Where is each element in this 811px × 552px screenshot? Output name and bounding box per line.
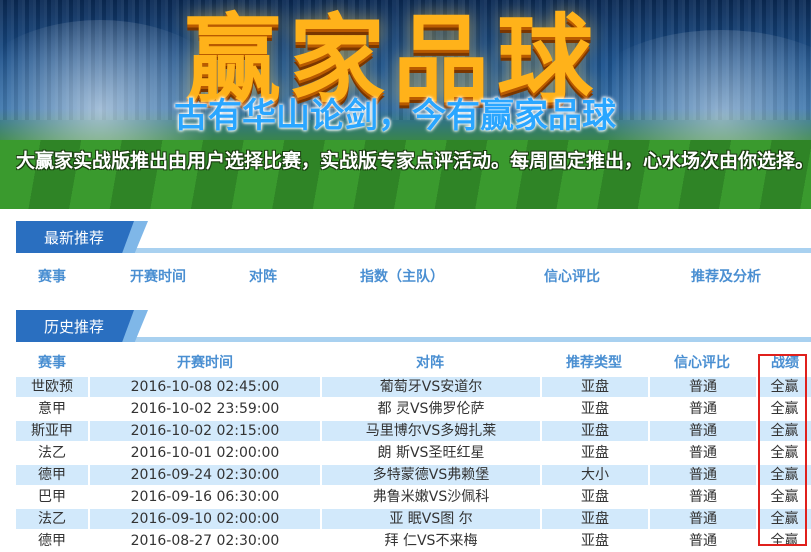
table-row: 法乙 2016-09-10 02:00:00 亚 眠VS图 尔 亚盘 普通 全赢	[16, 508, 811, 530]
cell-confidence: 普通	[689, 489, 717, 505]
cell-type: 大小	[542, 465, 648, 485]
table-row: 德甲 2016-09-24 02:30:00 多特蒙德VS弗赖堡 大小 普通 全…	[16, 464, 811, 486]
latest-section-title: 最新推荐	[44, 229, 105, 247]
cell-league: 德甲	[16, 465, 88, 485]
col-analysis: 推荐及分析	[691, 269, 761, 285]
history-table: 世欧预 2016-10-08 02:45:00 葡萄牙VS安道尔 亚盘 普通 全…	[16, 376, 811, 552]
latest-column-headers: 赛事 开赛时间 对阵 指数（主队） 信心评比 推荐及分析	[16, 262, 811, 288]
cell-time: 2016-10-02 02:15:00	[90, 421, 320, 441]
col-league: 赛事	[38, 355, 66, 371]
promo-banner: 赢家品球 古有华山论剑，今有赢家品球 大赢家实战版推出由用户选择比赛，实战版专家…	[0, 0, 811, 209]
cell-league: 德甲	[38, 533, 66, 549]
cell-time: 2016-10-02 23:59:00	[130, 401, 280, 417]
cell-confidence: 普通	[689, 533, 717, 549]
cell-confidence: 普通	[650, 421, 756, 441]
cell-type: 亚盘	[581, 489, 609, 505]
banner-notice: 大赢家实战版推出由用户选择比赛，实战版专家点评活动。每周固定推出，心水场次由你选…	[16, 150, 811, 172]
cell-time: 2016-09-16 06:30:00	[130, 489, 280, 505]
banner-slogan: 古有华山论剑，今有赢家品球	[174, 96, 616, 136]
table-row: 斯亚甲 2016-10-02 02:15:00 马里博尔VS多姆扎莱 亚盘 普通…	[16, 420, 811, 442]
cell-type: 亚盘	[542, 509, 648, 529]
col-match: 对阵	[416, 355, 444, 371]
col-confidence: 信心评比	[674, 355, 730, 371]
cell-league: 法乙	[38, 445, 66, 461]
cell-match: 多特蒙德VS弗赖堡	[322, 465, 540, 485]
latest-section-header: 最新推荐	[16, 221, 811, 253]
cell-time: 2016-09-24 02:30:00	[90, 465, 320, 485]
history-section-title: 历史推荐	[44, 318, 105, 336]
table-row: 法乙 2016-10-01 02:00:00 朗 斯VS圣旺红星 亚盘 普通 全…	[16, 442, 811, 464]
result-column-highlight	[758, 354, 807, 546]
cell-confidence: 普通	[650, 509, 756, 529]
cell-match: 朗 斯VS圣旺红星	[377, 445, 485, 461]
cell-league: 世欧预	[16, 377, 88, 397]
table-row: 意甲 2016-10-02 23:59:00 都 灵VS佛罗伦萨 亚盘 普通 全…	[16, 398, 811, 420]
cell-type: 亚盘	[581, 445, 609, 461]
cell-match: 拜 仁VS不来梅	[384, 533, 478, 549]
cell-league: 意甲	[38, 401, 66, 417]
cell-league: 斯亚甲	[16, 421, 88, 441]
cell-time: 2016-08-27 02:30:00	[130, 533, 280, 549]
cell-type: 亚盘	[542, 377, 648, 397]
table-row: 世欧预 2016-10-08 02:45:00 葡萄牙VS安道尔 亚盘 普通 全…	[16, 376, 811, 398]
cell-time: 2016-09-10 02:00:00	[90, 509, 320, 529]
history-section-header: 历史推荐	[16, 310, 811, 342]
col-match: 对阵	[249, 269, 277, 285]
history-column-headers: 赛事 开赛时间 对阵 推荐类型 信心评比 战绩	[16, 348, 811, 374]
cell-type: 亚盘	[581, 533, 609, 549]
cell-confidence: 普通	[650, 465, 756, 485]
col-odds: 指数（主队）	[360, 269, 444, 285]
col-time: 开赛时间	[130, 269, 186, 285]
col-time: 开赛时间	[177, 355, 233, 371]
cell-confidence: 普通	[689, 401, 717, 417]
cell-league: 法乙	[16, 509, 88, 529]
cell-time: 2016-10-01 02:00:00	[130, 445, 280, 461]
cell-confidence: 普通	[689, 445, 717, 461]
col-confidence: 信心评比	[544, 269, 600, 285]
cell-time: 2016-10-08 02:45:00	[90, 377, 320, 397]
cell-league: 巴甲	[38, 489, 66, 505]
cell-match: 葡萄牙VS安道尔	[322, 377, 540, 397]
table-row: 巴甲 2016-09-16 06:30:00 弗鲁米嫩VS沙佩科 亚盘 普通 全…	[16, 486, 811, 508]
cell-type: 亚盘	[542, 421, 648, 441]
cell-match: 亚 眠VS图 尔	[322, 509, 540, 529]
cell-match: 都 灵VS佛罗伦萨	[377, 401, 485, 417]
col-league: 赛事	[38, 269, 66, 285]
cell-match: 马里博尔VS多姆扎莱	[322, 421, 540, 441]
cell-match: 弗鲁米嫩VS沙佩科	[372, 489, 490, 505]
cell-confidence: 普通	[650, 377, 756, 397]
cell-type: 亚盘	[581, 401, 609, 417]
col-type: 推荐类型	[566, 355, 622, 371]
